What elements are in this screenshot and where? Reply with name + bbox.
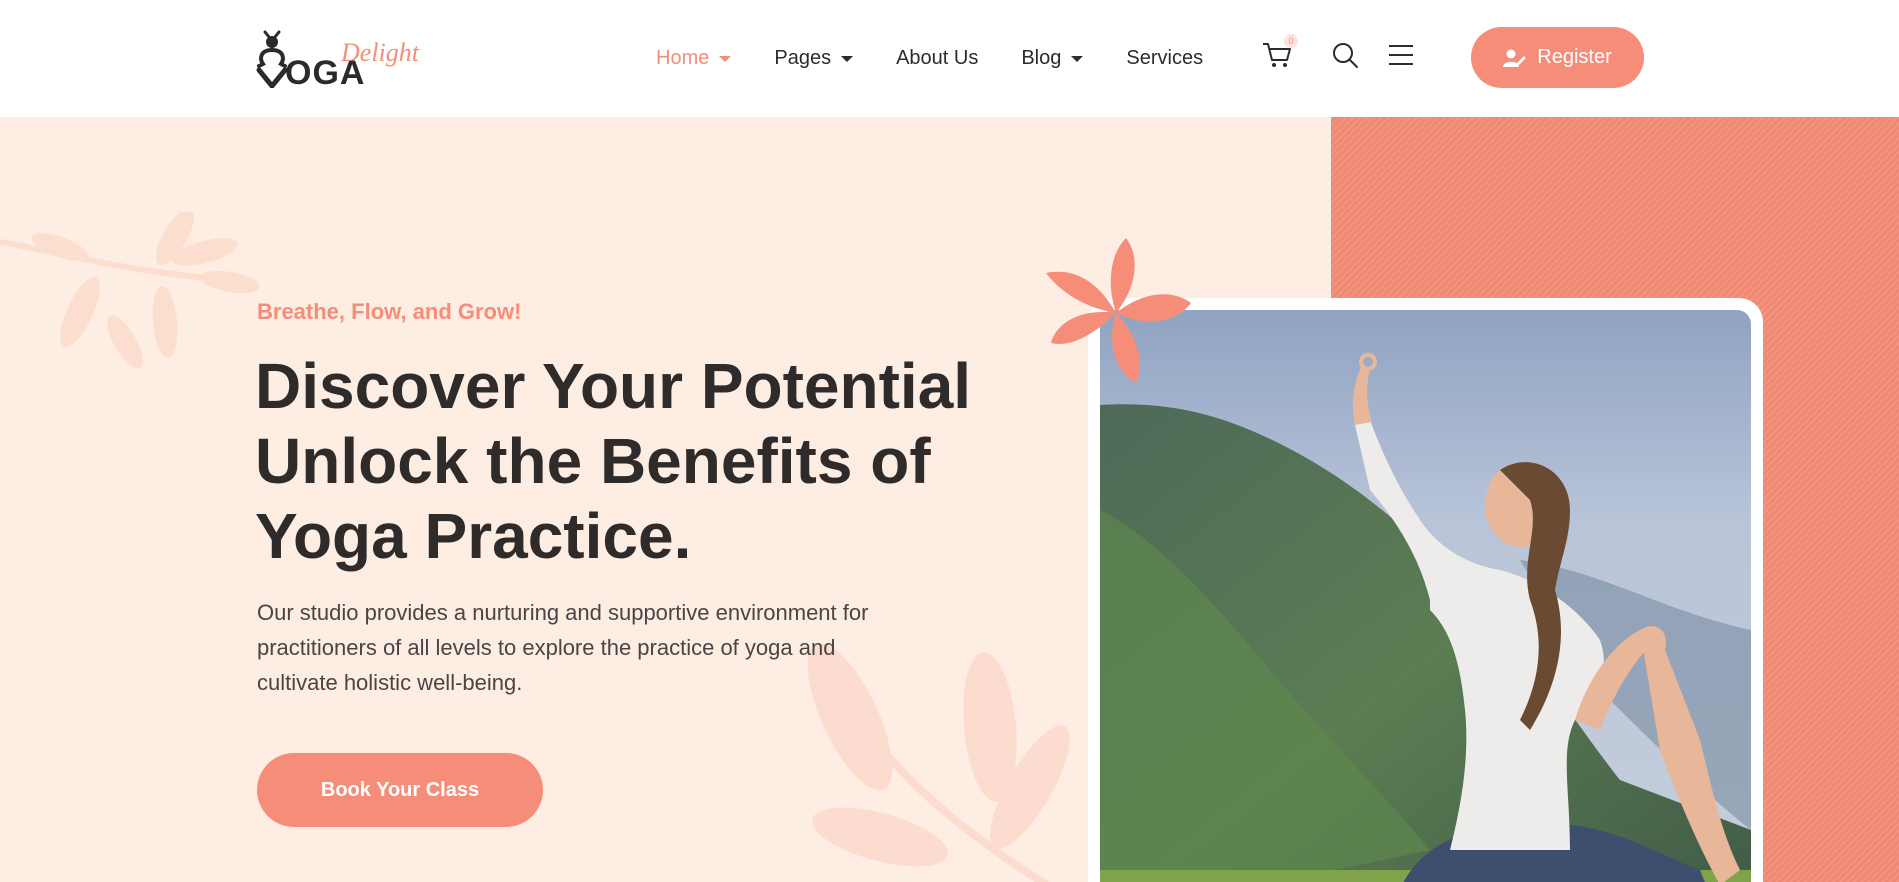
yoga-woman-image <box>1100 310 1751 882</box>
hero-yoga-photo <box>1100 310 1751 882</box>
leaf-branch-icon <box>0 212 260 369</box>
headline-line: Discover Your Potential <box>255 350 972 422</box>
search-icon <box>1333 43 1358 68</box>
hero-tagline: Breathe, Flow, and Grow! <box>257 299 522 324</box>
nav-item-pages[interactable]: Pages <box>774 47 854 70</box>
menu-button[interactable] <box>1384 38 1418 72</box>
headline-line: Unlock the Benefits of <box>255 425 931 497</box>
nav-label-home: Home <box>656 47 710 69</box>
register-button[interactable]: Register <box>1471 27 1644 88</box>
chevron-down-icon <box>719 55 732 62</box>
book-class-button[interactable]: Book Your Class <box>257 753 543 827</box>
site-header: OGA Delight Home Pages About Us Blog Ser… <box>0 0 1899 117</box>
nav-item-blog[interactable]: Blog <box>1021 47 1084 70</box>
menu-icon <box>1389 45 1413 65</box>
user-edit-icon <box>1503 49 1527 67</box>
headline-line: Yoga Practice. <box>255 500 692 572</box>
cart-count-badge: 0 <box>1284 34 1298 48</box>
flower-icon <box>1046 238 1191 383</box>
nav-label-pages: Pages <box>774 47 832 69</box>
hero-description: Our studio provides a nurturing and supp… <box>257 600 869 695</box>
hero-headline: Discover Your Potential Unlock the Benef… <box>255 349 1015 574</box>
cart-button[interactable]: 0 <box>1260 34 1298 72</box>
site-logo[interactable]: OGA Delight <box>255 26 425 92</box>
hero-section: Breathe, Flow, and Grow! Discover Your P… <box>0 117 1899 882</box>
register-label: Register <box>1537 46 1612 68</box>
nav-label-about-us: About Us <box>896 47 979 69</box>
search-button[interactable] <box>1328 38 1362 72</box>
nav-label-blog: Blog <box>1021 47 1062 69</box>
chevron-down-icon <box>841 55 854 62</box>
nav-label-services: Services <box>1126 47 1204 69</box>
nav-item-about-us[interactable]: About Us <box>896 47 978 70</box>
chevron-down-icon <box>1071 55 1084 62</box>
nav-item-home[interactable]: Home <box>656 47 732 70</box>
logo-script: Delight <box>341 38 419 67</box>
main-nav: Home Pages About Us Blog Services <box>656 0 1246 117</box>
nav-item-services[interactable]: Services <box>1126 47 1203 70</box>
